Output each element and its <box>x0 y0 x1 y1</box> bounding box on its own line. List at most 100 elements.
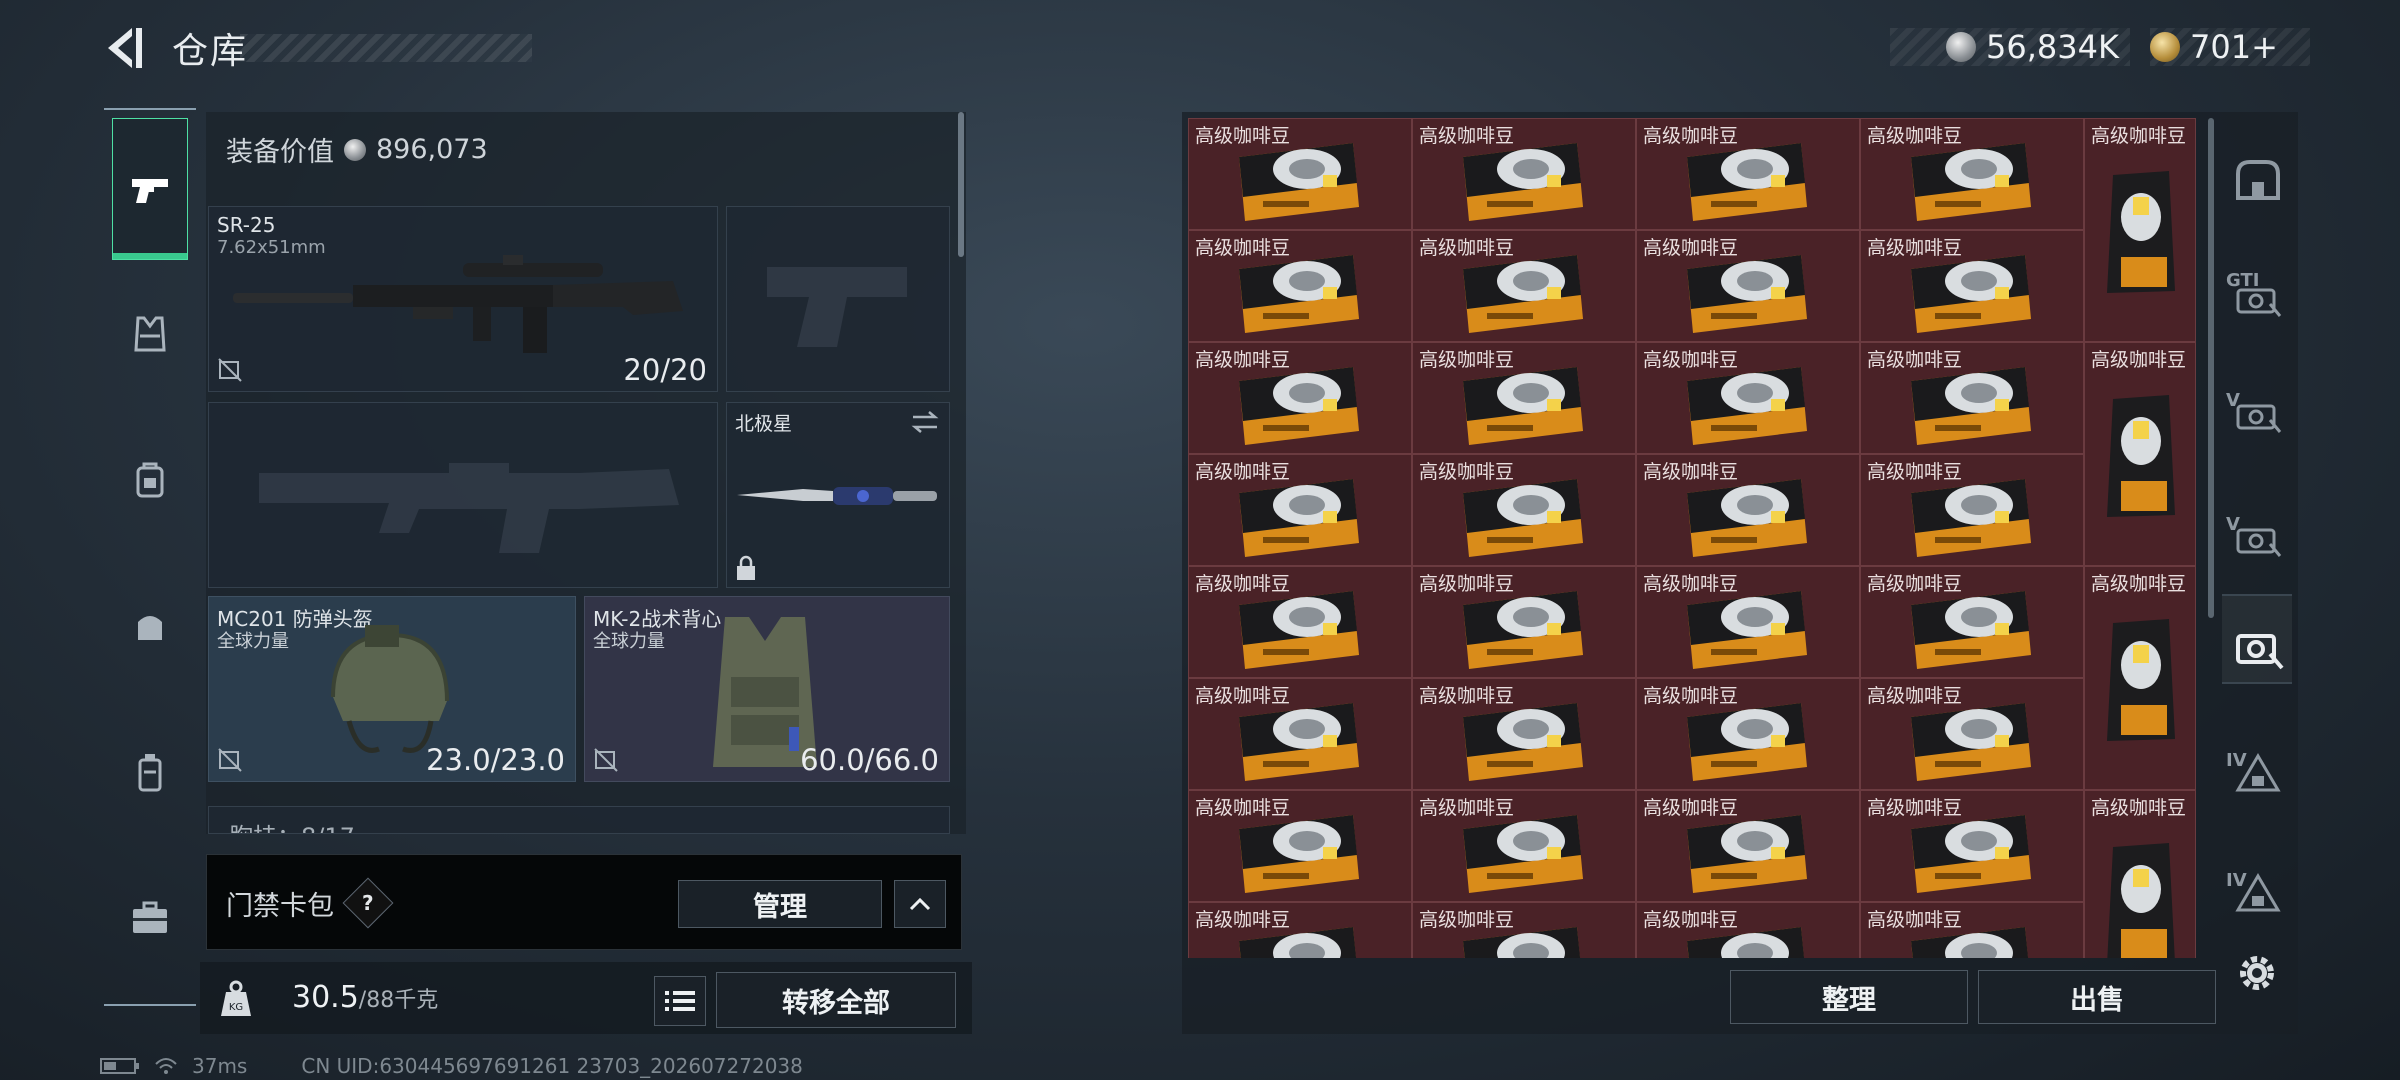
tier-v-case-icon-2[interactable] <box>2230 508 2286 564</box>
lock-icon <box>737 555 755 580</box>
helmet-slot[interactable]: MC201 防弹头盔 全球力量 23.0/23.0 <box>208 596 576 782</box>
storage-item-coffee[interactable]: 高级咖啡豆 <box>1636 790 1860 902</box>
storage-item-coffee[interactable]: 高级咖啡豆 <box>1188 902 1412 958</box>
storage-item-coffee[interactable]: 高级咖啡豆 <box>1860 342 2084 454</box>
melee-slot[interactable]: 北极星 <box>726 402 950 588</box>
coffee-bag-image <box>1911 479 2031 557</box>
melee-name: 北极星 <box>735 413 793 435</box>
storage-item-coffee[interactable]: 高级咖啡豆 <box>1860 790 2084 902</box>
storage-item-coffee[interactable]: 高级咖啡豆 <box>1188 790 1412 902</box>
equipment-value: 装备价值 896,073 <box>226 130 488 169</box>
expand-button[interactable] <box>894 880 946 928</box>
storage-item-coffee[interactable]: 高级咖啡豆 <box>1188 342 1412 454</box>
chest-rig-slot[interactable]: 胸挂：8/17 <box>208 806 950 834</box>
storage-item-coffee[interactable]: 高级咖啡豆 <box>1860 566 2084 678</box>
storage-item-coffee[interactable]: 高级咖啡豆 <box>1860 118 2084 230</box>
storage-item-coffee[interactable]: 高级咖啡豆 <box>1412 454 1636 566</box>
storage-item-coffee[interactable]: 高级咖啡豆 <box>1412 566 1636 678</box>
storage-item-coffee[interactable]: 高级咖啡豆 <box>1636 230 1860 342</box>
battery-icon <box>100 1058 139 1074</box>
secondary-weapon-slot[interactable] <box>208 402 718 588</box>
storage-item-coffee[interactable]: 高级咖啡豆 <box>1188 566 1412 678</box>
silver-currency[interactable]: 56,834K <box>1890 28 2130 66</box>
armor-slot[interactable]: MK-2战术背心 全球力量 60.0/66.0 <box>584 596 950 782</box>
gold-currency[interactable]: 701+ <box>2150 28 2310 66</box>
coffee-bag-image <box>1239 479 1359 557</box>
safe-box-icon[interactable] <box>2230 154 2286 210</box>
storage-item-coffee[interactable]: 高级咖啡豆 <box>1188 230 1412 342</box>
storage-item-coffee[interactable]: 高级咖啡豆 <box>1188 454 1412 566</box>
storage-item-coffee[interactable]: 高级咖啡豆 <box>1636 454 1860 566</box>
storage-item-coffee[interactable]: 高级咖啡豆 <box>1636 678 1860 790</box>
selected-case-icon[interactable] <box>2230 618 2286 674</box>
armor-faction: 全球力量 <box>593 631 665 652</box>
storage-item-coffee[interactable]: 高级咖啡豆 <box>1636 342 1860 454</box>
pistol-slot[interactable] <box>726 206 950 392</box>
storage-item-coffee[interactable]: 高级咖啡豆 <box>1636 902 1860 958</box>
rail-tab-backpack[interactable] <box>112 442 188 518</box>
rifle-silhouette-icon <box>259 463 679 553</box>
coffee-bag-image <box>1687 927 1805 958</box>
storage-item-coffee[interactable]: 高级咖啡豆 <box>1412 902 1636 958</box>
settings-gear-icon[interactable] <box>2234 950 2280 996</box>
item-label: 高级咖啡豆 <box>2091 573 2187 595</box>
knife-image <box>737 487 937 505</box>
storage-item-coffee-tall[interactable]: 高级咖啡豆 <box>2084 790 2196 958</box>
storage-item-coffee[interactable]: 高级咖啡豆 <box>1412 342 1636 454</box>
storage-item-coffee[interactable]: 高级咖啡豆 <box>1412 230 1636 342</box>
back-button[interactable] <box>98 22 150 74</box>
tier-v-case-icon[interactable] <box>2230 384 2286 440</box>
tier-iv-case-icon[interactable] <box>2230 746 2286 802</box>
insurance-off-icon <box>594 748 618 772</box>
storage-item-coffee-tall[interactable]: 高级咖啡豆 <box>2084 342 2196 566</box>
sort-button[interactable]: 整理 <box>1730 970 1968 1024</box>
storage-item-coffee[interactable]: 高级咖啡豆 <box>1412 678 1636 790</box>
tier-iv-case-icon-2[interactable] <box>2230 866 2286 922</box>
storage-side-rail: GTI V V IV IV <box>2222 118 2292 938</box>
storage-item-coffee[interactable]: 高级咖啡豆 <box>1412 118 1636 230</box>
storage-item-coffee[interactable]: 高级咖啡豆 <box>1860 454 2084 566</box>
briefcase-icon <box>133 901 167 933</box>
gti-case-icon[interactable] <box>2230 268 2286 324</box>
storage-item-coffee[interactable]: 高级咖啡豆 <box>1188 118 1412 230</box>
equipment-scrollbar[interactable] <box>958 112 964 257</box>
insurance-off-icon <box>218 358 242 382</box>
coffee-bag-image <box>1239 591 1359 669</box>
rail-tab-pouch[interactable] <box>112 588 188 664</box>
pistol-icon <box>132 179 168 203</box>
swap-icon[interactable] <box>909 409 941 435</box>
coffee-bag-tall-image <box>2107 171 2175 293</box>
coffee-bag-image <box>1239 367 1359 445</box>
back-arrow-icon <box>108 28 142 68</box>
manage-button[interactable]: 管理 <box>678 880 882 928</box>
storage-scrollbar[interactable] <box>2208 118 2214 618</box>
weight-current: 30.5 <box>292 980 359 1015</box>
vest-icon <box>134 316 166 352</box>
chest-rig-label: 胸挂：8/17 <box>229 817 355 833</box>
storage-item-coffee[interactable]: 高级咖啡豆 <box>1860 678 2084 790</box>
storage-item-coffee[interactable]: 高级咖啡豆 <box>1188 678 1412 790</box>
storage-item-coffee-tall[interactable]: 高级咖啡豆 <box>2084 566 2196 790</box>
rail-tab-container[interactable] <box>112 734 188 810</box>
coffee-bag-image <box>1687 255 1807 333</box>
coffee-bag-image <box>1687 703 1807 781</box>
rail-tab-weapons[interactable] <box>112 118 188 260</box>
rail-tab-armor[interactable] <box>112 296 188 372</box>
storage-item-coffee-tall[interactable]: 高级咖啡豆 <box>2084 118 2196 342</box>
transfer-all-button[interactable]: 转移全部 <box>716 972 956 1028</box>
storage-item-coffee[interactable]: 高级咖啡豆 <box>1636 566 1860 678</box>
coffee-bag-image <box>1239 703 1359 781</box>
coffee-bag-image <box>1239 927 1357 958</box>
uid-text: CN UID:630445697691261 23703_20260727203… <box>301 1054 803 1078</box>
coffee-bag-image <box>1463 927 1581 958</box>
storage-item-coffee[interactable]: 高级咖啡豆 <box>1636 118 1860 230</box>
storage-item-coffee[interactable]: 高级咖啡豆 <box>1860 230 2084 342</box>
coffee-bag-image <box>1463 143 1583 221</box>
storage-item-coffee[interactable]: 高级咖啡豆 <box>1412 790 1636 902</box>
list-view-button[interactable] <box>654 976 706 1026</box>
sell-button[interactable]: 出售 <box>1978 970 2216 1024</box>
primary-weapon-slot[interactable]: SR-25 7.62x51mm 20/20 <box>208 206 718 392</box>
rail-tab-case[interactable] <box>112 880 188 956</box>
title-decoration <box>240 34 532 62</box>
storage-item-coffee[interactable]: 高级咖啡豆 <box>1860 902 2084 958</box>
